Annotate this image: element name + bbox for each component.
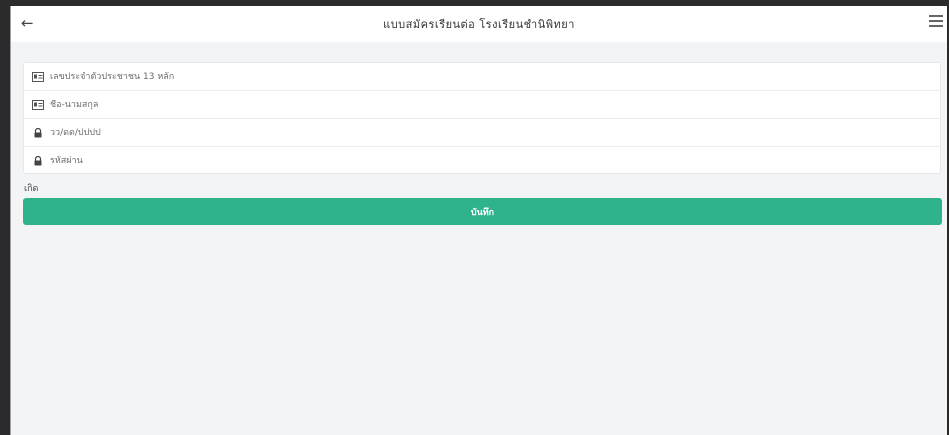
lock-icon: [34, 156, 42, 166]
full-name-row: [24, 91, 940, 119]
lock-icon: [34, 127, 42, 137]
birthdate-input[interactable]: [50, 127, 940, 138]
id-card-row: [24, 63, 940, 91]
save-button[interactable]: บันทึก: [23, 198, 942, 225]
birthdate-row: [24, 119, 940, 147]
app-frame: ← แบบสมัครเรียนต่อ โรงเรียนชำนิพิทยา เลข…: [10, 6, 947, 435]
id-card-icon: [32, 71, 44, 82]
full-name-input[interactable]: [50, 99, 940, 110]
birth-label: เกิด: [24, 184, 39, 194]
id-card-input[interactable]: [50, 71, 940, 82]
top-bar: ← แบบสมัครเรียนต่อ โรงเรียนชำนิพิทยา: [11, 6, 947, 42]
id-card-icon: [32, 99, 44, 110]
password-row: [24, 147, 940, 175]
password-input[interactable]: [50, 156, 940, 166]
registration-form-card: [23, 62, 941, 174]
hamburger-menu-icon[interactable]: [929, 15, 943, 27]
page-title: แบบสมัครเรียนต่อ โรงเรียนชำนิพิทยา: [383, 18, 575, 31]
